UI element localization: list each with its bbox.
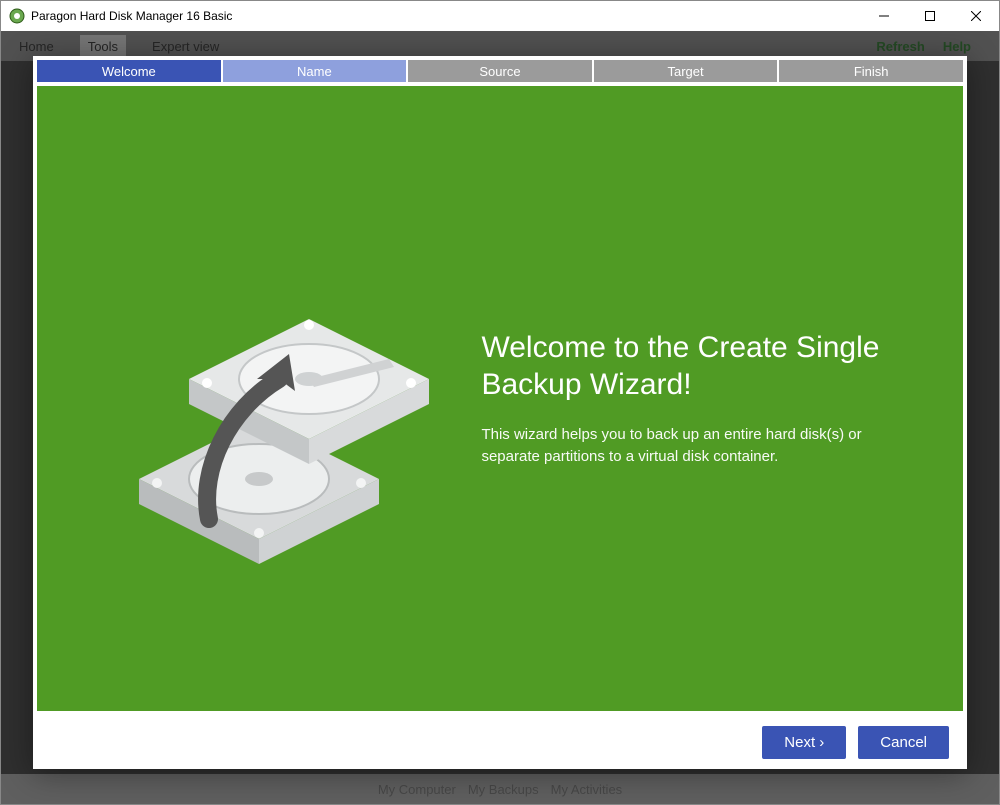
next-button[interactable]: Next › bbox=[762, 726, 846, 759]
wizard-heading: Welcome to the Create Single Backup Wiza… bbox=[481, 329, 915, 404]
titlebar: Paragon Hard Disk Manager 16 Basic bbox=[1, 1, 999, 31]
window-controls bbox=[861, 1, 999, 31]
step-target[interactable]: Target bbox=[594, 60, 778, 82]
close-button[interactable] bbox=[953, 1, 999, 31]
hard-disk-backup-icon bbox=[37, 219, 481, 579]
wizard-text: Welcome to the Create Single Backup Wiza… bbox=[481, 329, 963, 469]
app-icon bbox=[9, 8, 25, 24]
wizard-content: Welcome to the Create Single Backup Wiza… bbox=[37, 86, 963, 711]
step-welcome[interactable]: Welcome bbox=[37, 60, 221, 82]
step-source[interactable]: Source bbox=[408, 60, 592, 82]
step-finish[interactable]: Finish bbox=[779, 60, 963, 82]
app-body: Home Tools Expert view Refresh Help My C… bbox=[1, 31, 999, 804]
wizard-footer: Next › Cancel bbox=[33, 715, 967, 769]
step-name[interactable]: Name bbox=[223, 60, 407, 82]
wizard-steps: Welcome Name Source Target Finish bbox=[37, 60, 963, 82]
cancel-button[interactable]: Cancel bbox=[858, 726, 949, 759]
wizard-description: This wizard helps you to back up an enti… bbox=[481, 424, 915, 469]
minimize-button[interactable] bbox=[861, 1, 907, 31]
maximize-button[interactable] bbox=[907, 1, 953, 31]
backup-wizard-dialog: Welcome Name Source Target Finish bbox=[33, 56, 967, 769]
window-title: Paragon Hard Disk Manager 16 Basic bbox=[31, 9, 861, 23]
